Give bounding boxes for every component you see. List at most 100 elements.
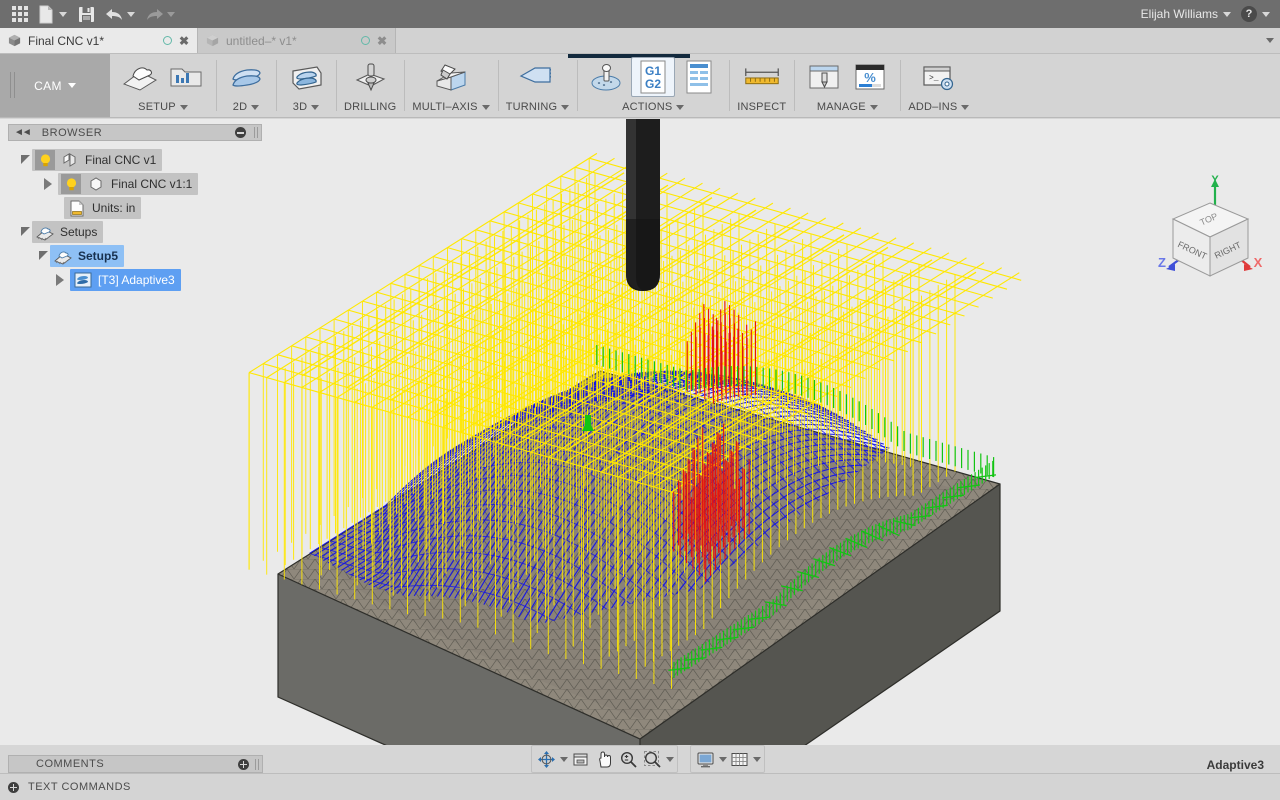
save-button[interactable] [72, 0, 100, 28]
ribbon-group-label: INSPECT [737, 97, 786, 117]
tree-item-final-cnc-v1-1[interactable]: Final CNC v1:1 [58, 173, 198, 195]
ribbon-group-label: MULTI–AXIS [412, 97, 489, 117]
grid-snaps-button[interactable] [728, 748, 751, 770]
tool-library-button[interactable] [802, 57, 846, 97]
expand-plus-icon[interactable] [8, 782, 19, 793]
collapse-twisty-icon[interactable] [56, 274, 64, 286]
expand-twisty-icon[interactable] [20, 154, 32, 166]
chevron-down-icon [59, 12, 67, 17]
look-at-button[interactable] [569, 748, 592, 770]
multi-axis-button[interactable] [429, 57, 473, 97]
chevron-down-icon[interactable] [870, 105, 878, 110]
help-menu[interactable]: ? [1241, 6, 1270, 22]
cutting-tool [626, 119, 660, 291]
chevron-down-icon[interactable] [311, 105, 319, 110]
scripts-addins-button[interactable]: >_ [917, 57, 961, 97]
comments-label: COMMENTS [36, 758, 232, 770]
svg-text:G2: G2 [645, 77, 661, 91]
machining-time-percent-icon: % [853, 60, 887, 94]
zoom-window-button[interactable] [641, 748, 664, 770]
user-account-menu[interactable]: Elijah Williams [1141, 7, 1231, 21]
tree-item-units[interactable]: Units: in [64, 197, 141, 219]
new-file-button[interactable] [34, 0, 72, 28]
tree-item-setups[interactable]: Setups [32, 221, 103, 243]
orbit-button[interactable] [535, 748, 558, 770]
chevron-down-icon [1223, 12, 1231, 17]
nav-group-camera [531, 745, 678, 773]
collapse-twisty-icon[interactable] [44, 178, 52, 190]
view-cube[interactable]: Y Z X TOP FRONT RIGHT [1144, 175, 1270, 291]
tree-item-adaptive3[interactable]: [T3] Adaptive3 [70, 269, 181, 291]
tree-row-units: Units: in [8, 196, 262, 220]
turning-button[interactable] [515, 57, 559, 97]
undo-button[interactable] [100, 0, 140, 28]
display-settings-dropdown[interactable] [718, 748, 727, 770]
light-bulb-icon[interactable] [35, 150, 55, 170]
simulate-icon [587, 61, 627, 93]
toolpath-3d-button[interactable] [284, 57, 328, 97]
chevron-down-icon[interactable] [676, 105, 684, 110]
zoom-window-dropdown[interactable] [665, 748, 674, 770]
chevron-down-icon[interactable] [251, 105, 259, 110]
ribbon-group-label: DRILLING [344, 97, 396, 117]
panel-resize-handle[interactable] [254, 127, 258, 138]
drilling-button[interactable] [348, 57, 392, 97]
machining-time-button[interactable]: % [848, 57, 892, 97]
ribbon-group-setup: SETUP [110, 54, 216, 117]
chevron-down-icon [560, 757, 568, 762]
chevron-down-icon [68, 83, 76, 88]
close-icon[interactable]: ✖ [377, 35, 387, 47]
display-settings-button[interactable] [694, 748, 717, 770]
chevron-down-icon[interactable] [180, 105, 188, 110]
double-chevron-left-icon[interactable]: ◄◄ [12, 127, 30, 138]
tree-item-label: Units: in [92, 201, 135, 215]
tab-overflow-chevron-down-icon[interactable] [1266, 38, 1274, 43]
expand-twisty-icon[interactable] [38, 250, 50, 262]
file-new-icon [39, 5, 56, 24]
expand-plus-icon[interactable] [238, 759, 249, 770]
scripts-addins-icon: >_ [920, 61, 958, 93]
circle-icon[interactable] [361, 36, 370, 45]
expand-twisty-icon[interactable] [20, 226, 32, 238]
new-setup-button[interactable] [118, 57, 162, 97]
simulate-button[interactable] [585, 57, 629, 97]
new-folder-button[interactable] [164, 57, 208, 97]
inspect-measure-button[interactable] [740, 57, 784, 97]
axis-y-label: Y [1211, 175, 1219, 186]
setup-folder-icon [53, 246, 73, 266]
svg-text:%: % [865, 70, 877, 85]
active-operation-label: Adaptive3 [1207, 758, 1264, 772]
new-setup-icon [121, 62, 159, 92]
app-grid-button[interactable] [6, 0, 34, 28]
zoom-button[interactable] [617, 748, 640, 770]
orbit-dropdown[interactable] [559, 748, 568, 770]
tree-item-setup5[interactable]: Setup5 [50, 245, 124, 267]
toolpath-2d-button[interactable] [224, 57, 268, 97]
zoom-window-icon [643, 750, 662, 769]
ribbon-group-label: SETUP [138, 97, 188, 117]
text-commands-bar[interactable]: TEXT COMMANDS [0, 773, 1280, 800]
light-bulb-icon[interactable] [61, 174, 81, 194]
redo-button[interactable] [140, 0, 180, 28]
document-tab-final-cnc[interactable]: Final CNC v1* ✖ [0, 28, 198, 53]
workspace-switcher-cam[interactable]: CAM [0, 54, 110, 117]
ribbon-group-2d: 2D [216, 54, 276, 117]
chevron-down-icon[interactable] [561, 105, 569, 110]
panel-resize-handle[interactable] [255, 759, 259, 770]
minus-circle-icon[interactable] [235, 127, 246, 138]
chevron-down-icon[interactable] [482, 105, 490, 110]
undo-icon [105, 7, 124, 22]
grid-snaps-dropdown[interactable] [752, 748, 761, 770]
drill-icon [351, 61, 389, 93]
document-tab-untitled[interactable]: untitled–* v1* ✖ [198, 28, 396, 53]
close-icon[interactable]: ✖ [179, 35, 189, 47]
tree-item-final-cnc-v1[interactable]: Final CNC v1 [32, 149, 162, 171]
circle-icon[interactable] [163, 36, 172, 45]
chevron-down-icon[interactable] [961, 105, 969, 110]
pan-button[interactable] [593, 748, 616, 770]
post-process-button[interactable]: G1 G2 [631, 57, 675, 97]
setup-sheet-button[interactable] [677, 57, 721, 97]
comments-panel-header[interactable]: COMMENTS [8, 755, 263, 773]
ribbon-group-label: ACTIONS [622, 97, 684, 117]
adaptive-op-icon [73, 270, 93, 290]
